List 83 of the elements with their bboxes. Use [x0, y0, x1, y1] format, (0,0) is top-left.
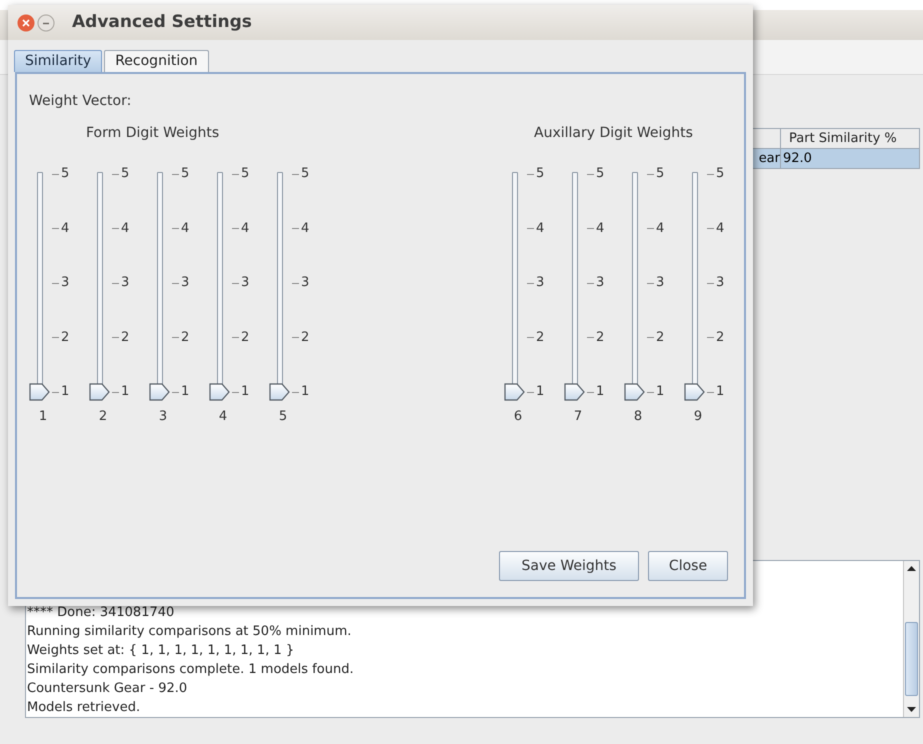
tick-label: 1 [241, 383, 250, 402]
log-line: Countersunk Gear - 92.0 [27, 680, 188, 698]
tick-label: 3 [536, 274, 544, 292]
slider-number: 2 [98, 408, 108, 426]
tick-label: 5 [301, 165, 310, 184]
tick-label: 1 [181, 383, 190, 402]
tick-label: 5 [536, 165, 544, 184]
log-line: **** Done: 341081740 [27, 604, 176, 622]
dialog-button[interactable]: Close [648, 551, 728, 581]
tab[interactable]: Recognition [104, 50, 209, 72]
tick-label: 5 [181, 165, 190, 184]
tick-label: 2 [241, 328, 250, 347]
tick-label: 1 [536, 383, 544, 402]
log-line: Similarity comparisons complete. 1 models found. [27, 661, 355, 679]
slider-thumb[interactable] [29, 383, 50, 401]
tick-label: 5 [656, 165, 664, 184]
close-icon[interactable] [17, 14, 35, 32]
tick-label: 5 [716, 165, 724, 184]
slider-thumb[interactable] [684, 383, 705, 401]
tick-label: 3 [121, 274, 130, 292]
slider-thumb[interactable] [504, 383, 525, 401]
section-label: Weight Vector: [29, 92, 132, 111]
tick-label: 4 [656, 220, 664, 238]
tick-label: 2 [121, 328, 130, 347]
slider-thumb[interactable] [89, 383, 110, 401]
slider-number: 1 [38, 408, 48, 426]
table-row[interactable]: ear 92.0 [751, 149, 919, 168]
tab[interactable]: Similarity [14, 50, 102, 72]
tick-label: 3 [716, 274, 724, 292]
tick-label: 1 [301, 383, 310, 402]
window-title: Advanced Settings [72, 10, 252, 34]
tick-label: 2 [596, 328, 604, 347]
slider-thumb[interactable] [564, 383, 585, 401]
slider-number: 4 [218, 408, 228, 426]
slider-thumb[interactable] [624, 383, 645, 401]
tick-label: 2 [536, 328, 544, 347]
slider-thumb[interactable] [209, 383, 230, 401]
tick-label: 2 [716, 328, 724, 347]
log-line: Weights set at: { 1, 1, 1, 1, 1, 1, 1, 1, 1 } [27, 642, 296, 660]
tick-label: 3 [656, 274, 664, 292]
tick-label: 1 [121, 383, 130, 402]
tick-label: 2 [61, 328, 70, 347]
tick-label: 3 [596, 274, 604, 292]
tick-label: 3 [61, 274, 70, 292]
slider-number: 9 [692, 408, 704, 426]
tick-label: 5 [61, 165, 70, 184]
log-line: Models retrieved. [27, 699, 142, 717]
slider-number: 6 [512, 408, 524, 426]
scrollbar-thumb[interactable] [905, 622, 918, 696]
dialog-button[interactable]: Save Weights [499, 551, 639, 581]
group-heading: Auxillary Digit Weights [534, 124, 694, 143]
tick-label: 4 [716, 220, 724, 238]
scrollbar[interactable] [903, 561, 919, 717]
tick-label: 3 [301, 274, 310, 292]
tick-label: 1 [596, 383, 604, 402]
slider-number: 8 [632, 408, 644, 426]
tick-label: 1 [656, 383, 664, 402]
tick-label: 2 [656, 328, 664, 347]
log-line: Running similarity comparisons at 50% minimum. [27, 623, 352, 641]
tick-label: 4 [301, 220, 310, 238]
slider-thumb[interactable] [269, 383, 290, 401]
slider-number: 3 [158, 408, 168, 426]
group-heading: Form Digit Weights [86, 124, 220, 143]
tick-label: 1 [61, 383, 70, 402]
table-cell-text: 92.0 [782, 150, 813, 168]
tick-label: 2 [181, 328, 190, 347]
tick-label: 5 [241, 165, 250, 184]
tick-label: 5 [121, 165, 130, 184]
slider-number: 5 [278, 408, 288, 426]
tick-label: 4 [241, 220, 250, 238]
tick-label: 2 [301, 328, 310, 347]
tick-label: 4 [61, 220, 70, 238]
tick-label: 3 [241, 274, 250, 292]
tick-label: 5 [596, 165, 604, 184]
slider-thumb[interactable] [149, 383, 170, 401]
tick-label: 4 [596, 220, 604, 238]
tick-label: 1 [716, 383, 724, 402]
column-header: Part Similarity % [788, 130, 898, 148]
tick-label: 3 [181, 274, 190, 292]
tick-label: 4 [121, 220, 130, 238]
slider-number: 7 [572, 408, 584, 426]
tick-label: 4 [536, 220, 544, 238]
tick-label: 4 [181, 220, 190, 238]
